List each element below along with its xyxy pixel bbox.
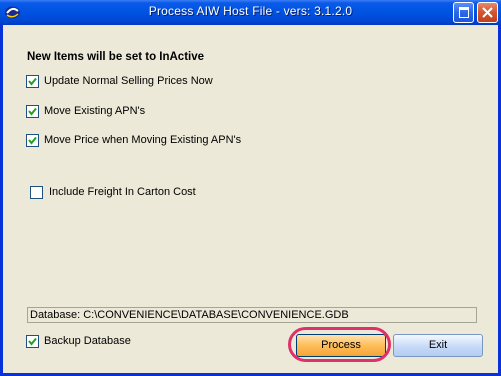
move-price-checkbox[interactable] <box>26 133 39 147</box>
checkmark-icon <box>28 77 37 86</box>
move-apns-label: Move Existing APN's <box>44 105 146 117</box>
option-include-freight[interactable]: Include Freight In Carton Cost <box>30 185 196 199</box>
checkmark-icon <box>28 107 37 116</box>
option-move-apns[interactable]: Move Existing APN's <box>26 104 145 118</box>
update-prices-checkbox[interactable] <box>26 74 39 88</box>
backup-database-label: Backup Database <box>44 335 131 347</box>
close-icon <box>482 7 493 18</box>
include-freight-checkbox[interactable] <box>30 185 43 199</box>
title-bar[interactable]: Process AIW Host File - vers: 3.1.2.0 <box>0 0 501 25</box>
backup-database-checkbox[interactable] <box>26 334 39 348</box>
move-apns-checkbox[interactable] <box>26 104 39 118</box>
move-price-label: Move Price when Moving Existing APN's <box>44 134 242 146</box>
inactive-notice: New Items will be set to InActive <box>27 51 205 63</box>
checkmark-icon <box>28 136 37 145</box>
highlight-ring <box>288 327 391 362</box>
restore-icon <box>459 7 469 18</box>
restore-button[interactable] <box>453 2 474 23</box>
checkmark-icon <box>28 337 37 346</box>
exit-button[interactable]: Exit <box>393 334 483 357</box>
option-update-prices[interactable]: Update Normal Selling Prices Now <box>26 74 213 88</box>
process-dialog: Process AIW Host File - vers: 3.1.2.0 Ne… <box>0 0 501 376</box>
close-button[interactable] <box>477 2 498 23</box>
option-backup-database[interactable]: Backup Database <box>26 334 131 348</box>
option-move-price[interactable]: Move Price when Moving Existing APN's <box>26 133 241 147</box>
update-prices-label: Update Normal Selling Prices Now <box>44 75 213 87</box>
database-path-field: Database: C:\CONVENIENCE\DATABASE\CONVEN… <box>27 307 477 323</box>
include-freight-label: Include Freight In Carton Cost <box>49 186 196 198</box>
window-title: Process AIW Host File - vers: 3.1.2.0 <box>148 4 353 18</box>
